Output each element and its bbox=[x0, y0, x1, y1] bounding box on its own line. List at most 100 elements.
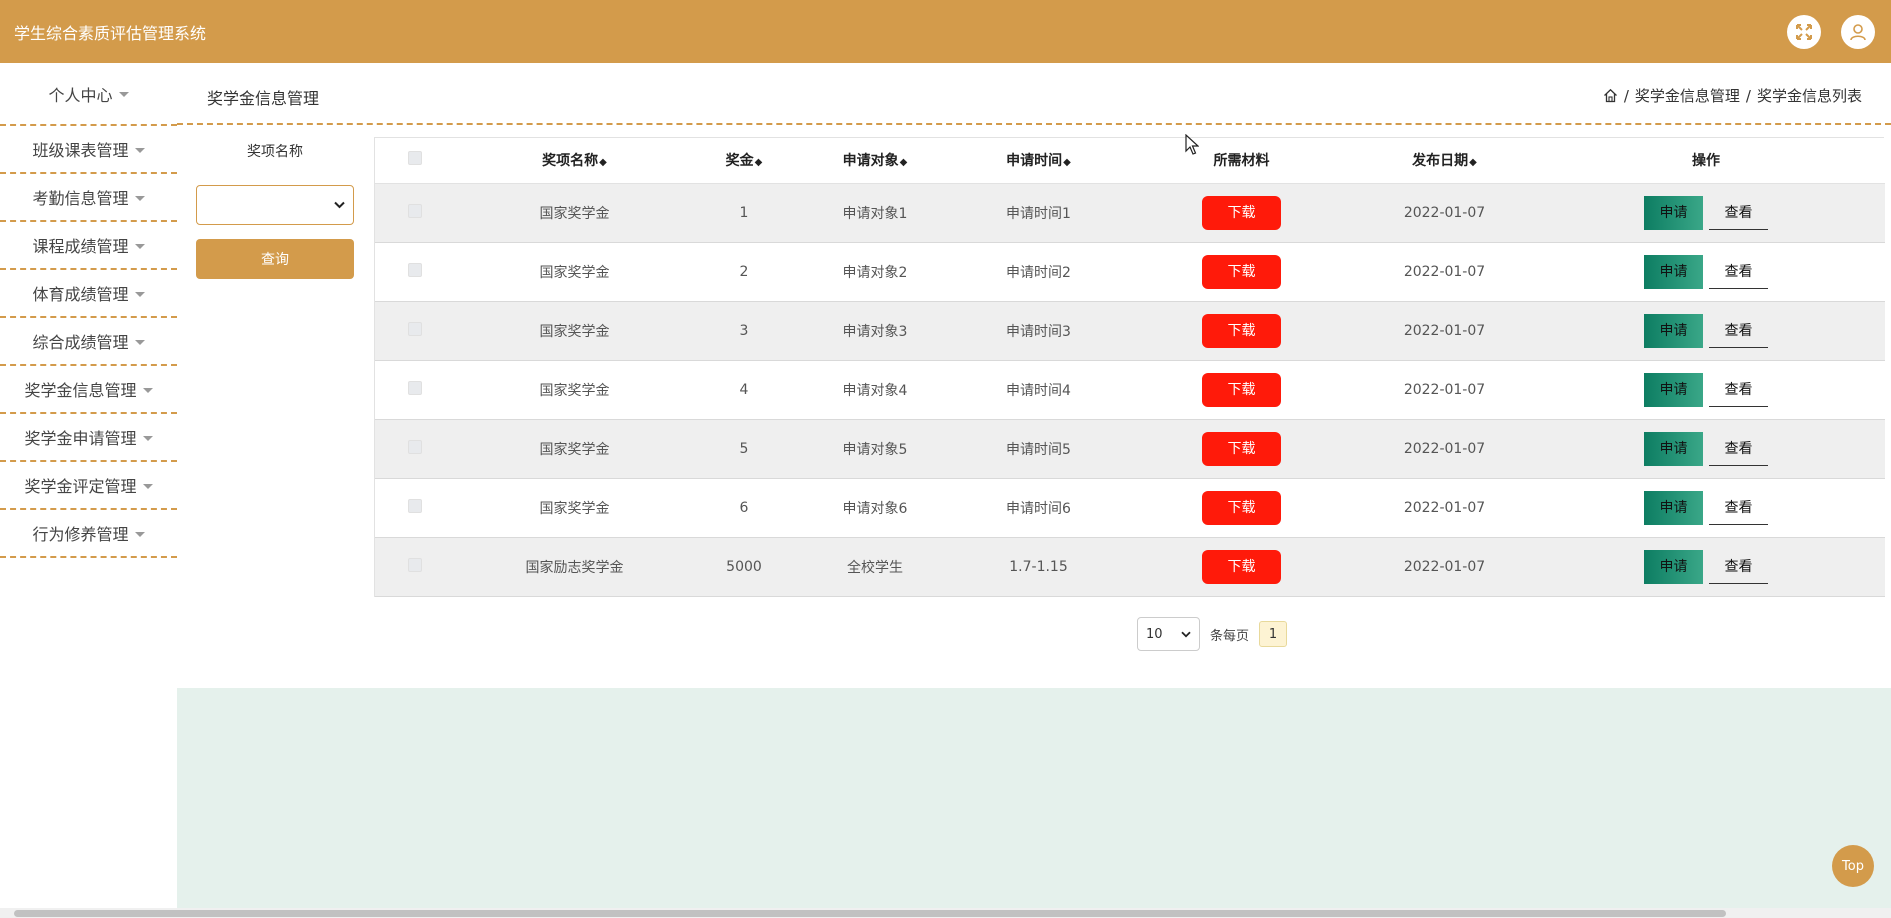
sidebar-item-overall-grades[interactable]: 综合成绩管理 bbox=[0, 318, 177, 366]
scholarship-table-grid: 奖项名称◆ 奖金◆ 申请对象◆ 申请时间◆ 所需材料 发布日期◆ 操作 国家奖学… bbox=[375, 138, 1885, 597]
apply-button[interactable]: 申请 bbox=[1644, 313, 1703, 348]
view-button[interactable]: 查看 bbox=[1709, 432, 1768, 466]
download-button[interactable]: 下载 bbox=[1202, 549, 1281, 584]
breadcrumb-item-scholarship-info[interactable]: 奖学金信息管理 bbox=[1635, 85, 1740, 106]
user-icon bbox=[1850, 24, 1866, 41]
cell-name: 国家奖学金 bbox=[539, 323, 610, 340]
bottom-panel bbox=[177, 688, 1891, 910]
fullscreen-button[interactable] bbox=[1787, 15, 1821, 49]
scrollbar-thumb[interactable] bbox=[14, 910, 1726, 917]
view-button[interactable]: 查看 bbox=[1709, 491, 1768, 525]
chevron-down-icon bbox=[334, 201, 345, 209]
column-header-target[interactable]: 申请对象◆ bbox=[794, 138, 956, 183]
page-size-value: 10 bbox=[1146, 626, 1163, 642]
row-checkbox[interactable] bbox=[408, 498, 422, 513]
sidebar-item-scholarship-application[interactable]: 奖学金申请管理 bbox=[0, 414, 177, 462]
cell-amount: 5 bbox=[739, 440, 749, 457]
sidebar-item-personal-center[interactable]: 个人中心 bbox=[0, 63, 177, 126]
horizontal-scrollbar[interactable] bbox=[0, 908, 1891, 918]
cell-target: 全校学生 bbox=[847, 559, 903, 576]
cell-time: 申请时间4 bbox=[1006, 382, 1071, 399]
cell-date: 2022-01-07 bbox=[1403, 322, 1486, 339]
sort-icon: ◆ bbox=[1469, 157, 1477, 169]
row-checkbox[interactable] bbox=[408, 262, 422, 277]
breadcrumb-separator: / bbox=[1745, 86, 1751, 105]
back-to-top-button[interactable]: Top bbox=[1832, 845, 1874, 887]
sidebar-item-label: 行为修养管理 bbox=[32, 525, 129, 544]
select-all-cell bbox=[375, 138, 455, 183]
column-header-time[interactable]: 申请时间◆ bbox=[956, 138, 1121, 183]
row-checkbox[interactable] bbox=[408, 203, 422, 218]
apply-button[interactable]: 申请 bbox=[1644, 372, 1703, 407]
sidebar-item-attendance[interactable]: 考勤信息管理 bbox=[0, 174, 177, 222]
sidebar-item-scholarship-info[interactable]: 奖学金信息管理 bbox=[0, 366, 177, 414]
top-bar: 学生综合素质评估管理系统 bbox=[0, 0, 1891, 63]
breadcrumb-item-scholarship-list: 奖学金信息列表 bbox=[1756, 87, 1862, 105]
chevron-down-icon bbox=[134, 339, 145, 345]
table-header-row: 奖项名称◆ 奖金◆ 申请对象◆ 申请时间◆ 所需材料 发布日期◆ 操作 bbox=[375, 138, 1885, 183]
cell-name: 国家奖学金 bbox=[539, 441, 610, 458]
view-button[interactable]: 查看 bbox=[1709, 196, 1768, 230]
chevron-down-icon bbox=[134, 243, 145, 249]
sort-icon: ◆ bbox=[899, 157, 908, 169]
download-button[interactable]: 下载 bbox=[1202, 195, 1281, 230]
row-checkbox[interactable] bbox=[408, 557, 422, 572]
table-row: 国家奖学金 3 申请对象3 申请时间3 下载 2022-01-07 申请 查看 bbox=[375, 301, 1885, 360]
per-page-label: 条每页 bbox=[1210, 628, 1250, 644]
sidebar-item-scholarship-evaluation[interactable]: 奖学金评定管理 bbox=[0, 462, 177, 510]
page-number-button[interactable]: 1 bbox=[1259, 621, 1288, 647]
table-row: 国家奖学金 1 申请对象1 申请时间1 下载 2022-01-07 申请 查看 bbox=[375, 183, 1885, 242]
sidebar-item-class-schedule[interactable]: 班级课表管理 bbox=[0, 126, 177, 174]
chevron-down-icon bbox=[134, 195, 145, 201]
cell-time: 申请时间6 bbox=[1006, 500, 1071, 517]
download-button[interactable]: 下载 bbox=[1202, 431, 1281, 466]
chevron-down-icon bbox=[134, 291, 145, 297]
apply-button[interactable]: 申请 bbox=[1644, 254, 1703, 289]
download-button[interactable]: 下载 bbox=[1202, 490, 1281, 525]
cell-name: 国家奖学金 bbox=[539, 500, 610, 517]
sort-icon: ◆ bbox=[754, 157, 763, 169]
column-header-amount[interactable]: 奖金◆ bbox=[694, 138, 794, 183]
user-button[interactable] bbox=[1841, 15, 1875, 49]
view-button[interactable]: 查看 bbox=[1709, 373, 1768, 407]
view-button[interactable]: 查看 bbox=[1709, 314, 1768, 348]
table-row: 国家奖学金 5 申请对象5 申请时间5 下载 2022-01-07 申请 查看 bbox=[375, 419, 1885, 478]
cell-target: 申请对象1 bbox=[842, 205, 908, 222]
top-icons bbox=[1787, 15, 1875, 49]
download-button[interactable]: 下载 bbox=[1202, 254, 1281, 289]
sidebar-item-pe-grades[interactable]: 体育成绩管理 bbox=[0, 270, 177, 318]
chevron-down-icon bbox=[134, 147, 145, 153]
cell-date: 2022-01-07 bbox=[1403, 499, 1486, 516]
view-button[interactable]: 查看 bbox=[1709, 550, 1768, 584]
select-all-checkbox[interactable] bbox=[408, 151, 422, 166]
apply-button[interactable]: 申请 bbox=[1644, 195, 1703, 230]
download-button[interactable]: 下载 bbox=[1202, 313, 1281, 348]
row-checkbox[interactable] bbox=[408, 321, 422, 336]
cell-date: 2022-01-07 bbox=[1403, 204, 1486, 221]
cell-date: 2022-01-07 bbox=[1403, 558, 1486, 575]
apply-button[interactable]: 申请 bbox=[1644, 431, 1703, 466]
row-checkbox[interactable] bbox=[408, 439, 422, 454]
cell-name: 国家奖学金 bbox=[539, 205, 610, 222]
search-label: 奖项名称 bbox=[247, 144, 303, 160]
cell-time: 申请时间2 bbox=[1006, 264, 1071, 281]
column-header-name[interactable]: 奖项名称◆ bbox=[455, 138, 694, 183]
view-button[interactable]: 查看 bbox=[1709, 255, 1768, 289]
award-name-select[interactable] bbox=[196, 185, 354, 225]
table-row: 国家奖学金 2 申请对象2 申请时间2 下载 2022-01-07 申请 查看 bbox=[375, 242, 1885, 301]
home-icon[interactable] bbox=[1603, 88, 1618, 103]
sidebar-item-course-grades[interactable]: 课程成绩管理 bbox=[0, 222, 177, 270]
column-header-date[interactable]: 发布日期◆ bbox=[1362, 138, 1527, 183]
scholarship-table: 奖项名称◆ 奖金◆ 申请对象◆ 申请时间◆ 所需材料 发布日期◆ 操作 国家奖学… bbox=[374, 137, 1885, 597]
apply-button[interactable]: 申请 bbox=[1644, 549, 1703, 584]
cell-date: 2022-01-07 bbox=[1403, 263, 1486, 280]
apply-button[interactable]: 申请 bbox=[1644, 490, 1703, 525]
page-size-select[interactable]: 10 bbox=[1137, 617, 1200, 651]
search-button[interactable]: 查询 bbox=[196, 239, 354, 279]
sidebar-item-behavior[interactable]: 行为修养管理 bbox=[0, 510, 177, 558]
sidebar: 个人中心 班级课表管理 考勤信息管理 课程成绩管理 体育成绩管理 综合成绩管理 … bbox=[0, 63, 177, 918]
chevron-down-icon bbox=[142, 435, 153, 441]
cell-date: 2022-01-07 bbox=[1403, 381, 1486, 398]
download-button[interactable]: 下载 bbox=[1202, 372, 1281, 407]
row-checkbox[interactable] bbox=[408, 380, 422, 395]
